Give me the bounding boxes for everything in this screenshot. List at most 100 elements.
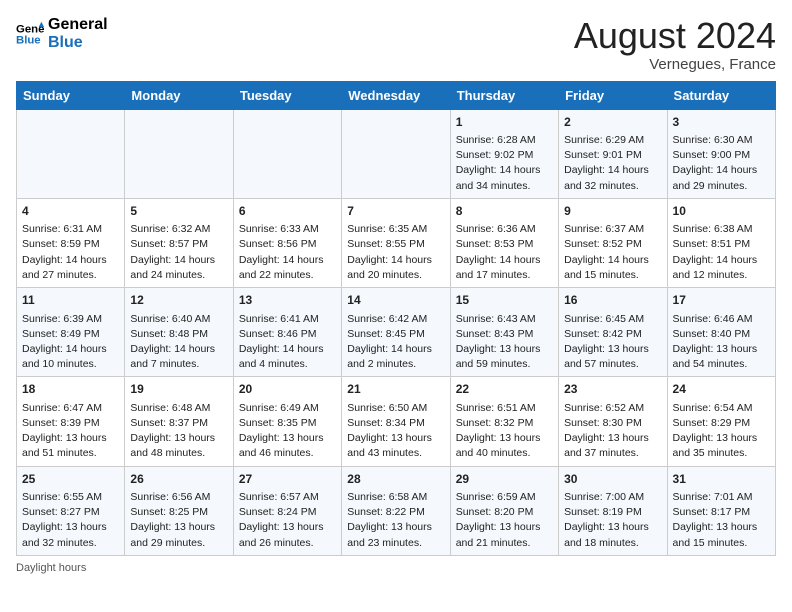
footer-note: Daylight hours	[16, 562, 776, 574]
calendar-cell: 16 Sunrise: 6:45 AMSunset: 8:42 PMDayligh…	[559, 288, 667, 377]
day-number: 24	[673, 381, 770, 398]
calendar-cell: 4Sunrise: 6:31 AMSunset: 8:59 PMDaylight…	[17, 198, 125, 287]
calendar-cell: 25 Sunrise: 6:55 AMSunset: 8:27 PMDayligh…	[17, 466, 125, 555]
header-thursday: Thursday	[450, 81, 558, 109]
calendar-cell: 18 Sunrise: 6:47 AMSunset: 8:39 PMDayligh…	[17, 377, 125, 466]
day-info: Sunrise: 6:30 AMSunset: 9:00 PMDaylight:…	[673, 133, 770, 194]
day-number: 23	[564, 381, 661, 398]
day-info: Sunrise: 6:39 AMSunset: 8:49 PMDaylight:…	[22, 312, 119, 373]
day-info: Sunrise: 6:29 AMSunset: 9:01 PMDaylight:…	[564, 133, 661, 194]
logo-blue: Blue	[48, 34, 108, 52]
day-number: 31	[673, 471, 770, 488]
calendar-cell: 23 Sunrise: 6:52 AMSunset: 8:30 PMDayligh…	[559, 377, 667, 466]
day-number: 16	[564, 292, 661, 309]
calendar-cell: 31 Sunrise: 7:01 AMSunset: 8:17 PMDayligh…	[667, 466, 775, 555]
day-number: 30	[564, 471, 661, 488]
day-number: 7	[347, 203, 444, 220]
day-number: 10	[673, 203, 770, 220]
calendar-cell: 20 Sunrise: 6:49 AMSunset: 8:35 PMDayligh…	[233, 377, 341, 466]
day-info: Sunrise: 6:35 AMSunset: 8:55 PMDaylight:…	[347, 222, 444, 283]
calendar-cell: 26 Sunrise: 6:56 AMSunset: 8:25 PMDayligh…	[125, 466, 233, 555]
logo: General Blue General Blue	[16, 16, 108, 51]
calendar-cell	[342, 109, 450, 198]
calendar-cell: 1 Sunrise: 6:28 AMSunset: 9:02 PMDaylight…	[450, 109, 558, 198]
day-number: 22	[456, 381, 553, 398]
calendar-cell: 9Sunrise: 6:37 AMSunset: 8:52 PMDaylight…	[559, 198, 667, 287]
day-number: 14	[347, 292, 444, 309]
calendar-cell: 15 Sunrise: 6:43 AMSunset: 8:43 PMDayligh…	[450, 288, 558, 377]
day-number: 18	[22, 381, 119, 398]
day-number: 3	[673, 114, 770, 131]
day-info: Sunrise: 6:41 AMSunset: 8:46 PMDaylight:…	[239, 312, 336, 373]
day-number: 20	[239, 381, 336, 398]
week-row-4: 25 Sunrise: 6:55 AMSunset: 8:27 PMDayligh…	[17, 466, 776, 555]
calendar-cell: 24Sunrise: 6:54 AMSunset: 8:29 PMDayligh…	[667, 377, 775, 466]
calendar-cell: 17 Sunrise: 6:46 AMSunset: 8:40 PMDayligh…	[667, 288, 775, 377]
day-number: 26	[130, 471, 227, 488]
day-number: 17	[673, 292, 770, 309]
day-number: 15	[456, 292, 553, 309]
day-info: Sunrise: 6:59 AMSunset: 8:20 PMDaylight:…	[456, 490, 553, 551]
month-year-title: August 2024	[574, 16, 776, 56]
calendar-cell: 22 Sunrise: 6:51 AMSunset: 8:32 PMDayligh…	[450, 377, 558, 466]
calendar-cell: 14 Sunrise: 6:42 AMSunset: 8:45 PMDayligh…	[342, 288, 450, 377]
day-info: Sunrise: 6:36 AMSunset: 8:53 PMDaylight:…	[456, 222, 553, 283]
calendar-cell: 7 Sunrise: 6:35 AMSunset: 8:55 PMDaylight…	[342, 198, 450, 287]
day-info: Sunrise: 7:01 AMSunset: 8:17 PMDaylight:…	[673, 490, 770, 551]
day-number: 19	[130, 381, 227, 398]
header-monday: Monday	[125, 81, 233, 109]
day-info: Sunrise: 6:57 AMSunset: 8:24 PMDaylight:…	[239, 490, 336, 551]
day-number: 27	[239, 471, 336, 488]
header-tuesday: Tuesday	[233, 81, 341, 109]
header-wednesday: Wednesday	[342, 81, 450, 109]
day-info: Sunrise: 6:42 AMSunset: 8:45 PMDaylight:…	[347, 312, 444, 373]
calendar-cell: 5Sunrise: 6:32 AMSunset: 8:57 PMDaylight…	[125, 198, 233, 287]
day-info: Sunrise: 6:52 AMSunset: 8:30 PMDaylight:…	[564, 401, 661, 462]
calendar-cell: 28 Sunrise: 6:58 AMSunset: 8:22 PMDayligh…	[342, 466, 450, 555]
day-info: Sunrise: 6:51 AMSunset: 8:32 PMDaylight:…	[456, 401, 553, 462]
day-number: 8	[456, 203, 553, 220]
day-number: 28	[347, 471, 444, 488]
location-label: Vernegues, France	[574, 56, 776, 73]
day-info: Sunrise: 6:43 AMSunset: 8:43 PMDaylight:…	[456, 312, 553, 373]
svg-text:Blue: Blue	[16, 34, 41, 46]
day-number: 1	[456, 114, 553, 131]
calendar-cell: 19 Sunrise: 6:48 AMSunset: 8:37 PMDayligh…	[125, 377, 233, 466]
day-info: Sunrise: 6:47 AMSunset: 8:39 PMDaylight:…	[22, 401, 119, 462]
day-number: 25	[22, 471, 119, 488]
day-info: Sunrise: 6:56 AMSunset: 8:25 PMDaylight:…	[130, 490, 227, 551]
day-info: Sunrise: 6:37 AMSunset: 8:52 PMDaylight:…	[564, 222, 661, 283]
calendar-body: 1 Sunrise: 6:28 AMSunset: 9:02 PMDaylight…	[17, 109, 776, 555]
day-info: Sunrise: 6:50 AMSunset: 8:34 PMDaylight:…	[347, 401, 444, 462]
page-header: General Blue General Blue August 2024 Ve…	[16, 16, 776, 73]
day-info: Sunrise: 6:55 AMSunset: 8:27 PMDaylight:…	[22, 490, 119, 551]
logo-general: General	[48, 16, 108, 34]
day-info: Sunrise: 6:46 AMSunset: 8:40 PMDaylight:…	[673, 312, 770, 373]
week-row-1: 4Sunrise: 6:31 AMSunset: 8:59 PMDaylight…	[17, 198, 776, 287]
header-row: SundayMondayTuesdayWednesdayThursdayFrid…	[17, 81, 776, 109]
calendar-cell: 21 Sunrise: 6:50 AMSunset: 8:34 PMDayligh…	[342, 377, 450, 466]
calendar-cell: 27 Sunrise: 6:57 AMSunset: 8:24 PMDayligh…	[233, 466, 341, 555]
calendar-cell: 6Sunrise: 6:33 AMSunset: 8:56 PMDaylight…	[233, 198, 341, 287]
calendar-cell	[233, 109, 341, 198]
day-info: Sunrise: 6:48 AMSunset: 8:37 PMDaylight:…	[130, 401, 227, 462]
day-number: 29	[456, 471, 553, 488]
calendar-cell: 13 Sunrise: 6:41 AMSunset: 8:46 PMDayligh…	[233, 288, 341, 377]
calendar-cell: 10Sunrise: 6:38 AMSunset: 8:51 PMDayligh…	[667, 198, 775, 287]
day-info: Sunrise: 6:45 AMSunset: 8:42 PMDaylight:…	[564, 312, 661, 373]
logo-icon: General Blue	[16, 20, 44, 48]
day-info: Sunrise: 6:40 AMSunset: 8:48 PMDaylight:…	[130, 312, 227, 373]
day-number: 4	[22, 203, 119, 220]
day-info: Sunrise: 6:58 AMSunset: 8:22 PMDaylight:…	[347, 490, 444, 551]
calendar-table: SundayMondayTuesdayWednesdayThursdayFrid…	[16, 81, 776, 556]
calendar-cell: 12Sunrise: 6:40 AMSunset: 8:48 PMDayligh…	[125, 288, 233, 377]
day-number: 21	[347, 381, 444, 398]
week-row-2: 11Sunrise: 6:39 AMSunset: 8:49 PMDayligh…	[17, 288, 776, 377]
day-info: Sunrise: 6:49 AMSunset: 8:35 PMDaylight:…	[239, 401, 336, 462]
calendar-cell: 8 Sunrise: 6:36 AMSunset: 8:53 PMDaylight…	[450, 198, 558, 287]
day-info: Sunrise: 6:28 AMSunset: 9:02 PMDaylight:…	[456, 133, 553, 194]
calendar-cell: 2Sunrise: 6:29 AMSunset: 9:01 PMDaylight…	[559, 109, 667, 198]
header-friday: Friday	[559, 81, 667, 109]
day-number: 13	[239, 292, 336, 309]
title-block: August 2024 Vernegues, France	[574, 16, 776, 73]
